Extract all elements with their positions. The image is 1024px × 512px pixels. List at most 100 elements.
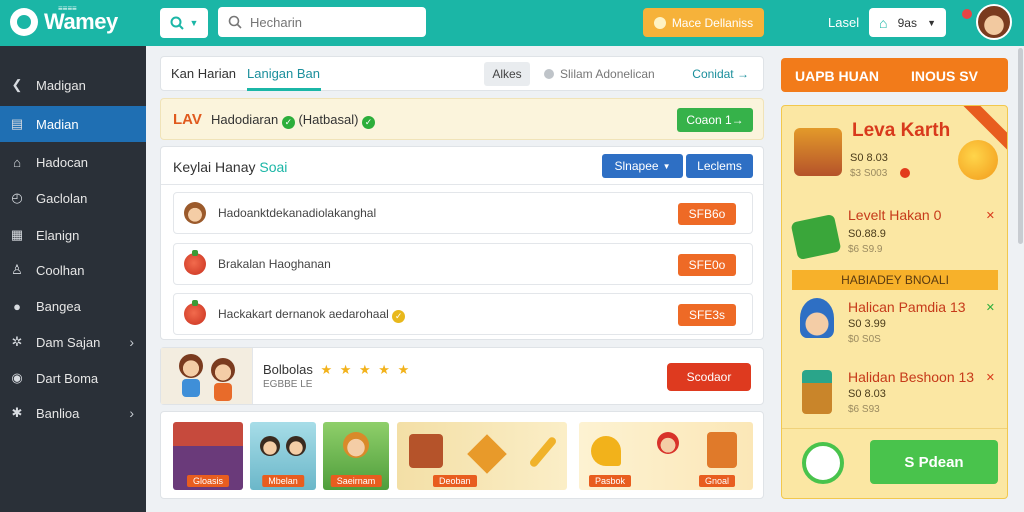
- offer-amount: S0.88.9: [848, 228, 886, 240]
- section-banner: HABIADEY BNOALI: [792, 270, 998, 290]
- sidebar-item-3[interactable]: ◴ Gaclolan: [0, 180, 146, 216]
- tab-2[interactable]: Alkes: [484, 62, 530, 86]
- sidebar-item-8[interactable]: ◉ Dart Boma: [0, 360, 146, 396]
- chevron-down-icon: ▼: [927, 17, 936, 28]
- calendar-icon: ▦: [10, 227, 24, 242]
- search-input[interactable]: [250, 14, 410, 30]
- tab-1[interactable]: Lanigan Ban: [247, 66, 320, 81]
- list-item[interactable]: Brakalan Haoghanan SFE0o: [173, 243, 753, 285]
- arrow-right-icon: →: [737, 67, 749, 81]
- list-item[interactable]: Hackakart dernanok aedarohaal ✓ SFE3s: [173, 293, 753, 335]
- offer-amount: S0 3.99: [848, 318, 886, 330]
- star-rating-icon: ★ ★ ★ ★ ★: [320, 362, 412, 377]
- banner-text: Hadodiaran ✓ (Hatbasal) ✓: [211, 112, 376, 129]
- notification-dot[interactable]: [962, 9, 972, 19]
- tomato-icon: [184, 250, 206, 275]
- app-logo[interactable]: Wamey ≡≡≡≡: [10, 4, 118, 36]
- list-item-button[interactable]: SFE0o: [678, 254, 736, 276]
- rating-panel: Bolbolas ★ ★ ★ ★ ★ EGBBE LE Scodaor: [160, 347, 764, 405]
- chevron-right-icon: ›: [129, 334, 134, 350]
- sidebar-item-9[interactable]: ✱ Banlioa ›: [0, 395, 146, 431]
- home-icon: ⌂: [13, 154, 21, 170]
- status-text: Slilam Adonelican: [560, 67, 655, 81]
- list-title-main: Keylai Hanay: [173, 159, 256, 175]
- logo-subtext: ≡≡≡≡: [58, 4, 77, 13]
- lantern-image: [802, 370, 832, 414]
- sort-dropdown-button[interactable]: Slnapee ▼: [602, 154, 683, 178]
- sidebar-item-label: Bangea: [36, 298, 81, 314]
- search-box[interactable]: [218, 7, 426, 37]
- promo-label: Mace Dellaniss: [671, 15, 754, 30]
- chevron-down-icon: ▼: [189, 18, 199, 28]
- rating-title: Bolbolas ★ ★ ★ ★ ★: [263, 362, 411, 378]
- thumbnail-caption: Gloasis: [186, 475, 230, 487]
- active-tab-indicator: [247, 88, 321, 91]
- check-icon: ✓: [281, 116, 295, 129]
- alert-dot-icon: [900, 168, 910, 178]
- character-image: [800, 298, 834, 338]
- gallery-thumbnail[interactable]: Deoban: [397, 422, 567, 490]
- sidebar-item-6[interactable]: ● Bangea: [0, 288, 146, 324]
- sidebar-item-label: Elanign: [36, 227, 80, 243]
- sidebar-item-label: Madigan: [36, 77, 86, 93]
- rating-title-text: Bolbolas: [263, 362, 313, 377]
- gallery-thumbnail[interactable]: Mbelan: [250, 422, 316, 490]
- avatar[interactable]: [976, 4, 1012, 40]
- sidebar-item-label: Dart Boma: [36, 370, 99, 386]
- sidebar-item-label: Madian: [36, 116, 79, 132]
- offers-header-left: UAPB HUAN: [795, 68, 879, 84]
- thumbnail-caption: Saeirnam: [330, 475, 382, 487]
- sidebar-item-2[interactable]: ⌂ Hadocan: [0, 144, 146, 180]
- tab-0[interactable]: Kan Harian: [171, 66, 236, 81]
- list-header: Keylai Hanay Soai Slnapee ▼ Leclems: [161, 147, 763, 185]
- close-icon[interactable]: ✕: [986, 301, 995, 314]
- search-scope-dropdown[interactable]: ▼: [160, 8, 208, 38]
- list-item[interactable]: Hadoanktdekanadiolakanghal SFB6o: [173, 192, 753, 234]
- rating-action-button[interactable]: Scodaor: [667, 363, 751, 391]
- close-icon[interactable]: ✕: [986, 371, 995, 384]
- close-icon[interactable]: ✕: [986, 209, 995, 222]
- scrollbar[interactable]: [1018, 48, 1023, 244]
- promo-button[interactable]: Mace Dellaniss: [643, 8, 764, 37]
- feature-amount: S0 8.03: [850, 152, 888, 164]
- sidebar-item-label: Hadocan: [36, 154, 89, 170]
- thumbnail-caption: Mbelan: [262, 475, 304, 487]
- list-item-button[interactable]: SFE3s: [678, 304, 736, 326]
- banner-brand: LAV: [173, 111, 202, 128]
- list-item-text-value: Hackakart dernanok aedarohaal: [218, 307, 389, 321]
- sidebar-item-1[interactable]: ▤ Madian: [0, 106, 146, 142]
- lock-icon: ⌂: [879, 14, 888, 31]
- sidebar-item-0[interactable]: ❮ Madigan: [0, 67, 146, 103]
- offer-amount: S0 8.03: [848, 388, 886, 400]
- sidebar-item-5[interactable]: ♙ Coolhan: [0, 252, 146, 288]
- character-image: [179, 354, 203, 398]
- back-arrow-icon: ❮: [11, 77, 23, 92]
- pin-icon: ◉: [11, 370, 23, 385]
- sidebar-item-label: Dam Sajan: [36, 334, 101, 350]
- top-bar: Wamey ≡≡≡≡ ▼ Mace Dellaniss Lasel ⌂ 9as …: [0, 0, 1024, 46]
- offers-header: UAPB HUAN INOUS SV: [781, 58, 1008, 92]
- list-item-text: Hadoanktdekanadiolakanghal: [218, 206, 377, 220]
- sidebar-item-4[interactable]: ▦ Elanign: [0, 217, 146, 253]
- divider: [782, 428, 1007, 429]
- connect-link[interactable]: Conidat →: [692, 67, 749, 81]
- image-gallery: Gloasis Mbelan Saeirnam Deoban Pasbok Gn…: [160, 411, 764, 499]
- juice-cup-image: [794, 128, 842, 176]
- offer-title: Levelt Hakan 0: [848, 207, 942, 223]
- settings-icon: ✱: [11, 405, 23, 420]
- account-select[interactable]: ⌂ 9as ▼: [869, 8, 946, 37]
- gallery-thumbnail[interactable]: Gloasis: [173, 422, 243, 490]
- characters-image: [161, 348, 253, 404]
- people-icon: ●: [13, 298, 21, 314]
- gallery-thumbnail[interactable]: Pasbok Gnoal: [579, 422, 753, 490]
- sidebar-item-label: Coolhan: [36, 262, 85, 278]
- sidebar-item-7[interactable]: ✲ Dam Sajan ›: [0, 324, 146, 360]
- gallery-thumbnail[interactable]: Saeirnam: [323, 422, 389, 490]
- ring-icon: [802, 442, 844, 484]
- gear-icon: ✲: [11, 334, 23, 349]
- purchase-button[interactable]: S Pdean: [870, 440, 998, 484]
- filter-button[interactable]: Leclems: [686, 154, 753, 178]
- banner-action-button[interactable]: Coaon 1→: [677, 108, 753, 132]
- list-item-button[interactable]: SFB6o: [678, 203, 736, 225]
- thumbnail-caption: Deoban: [433, 475, 477, 487]
